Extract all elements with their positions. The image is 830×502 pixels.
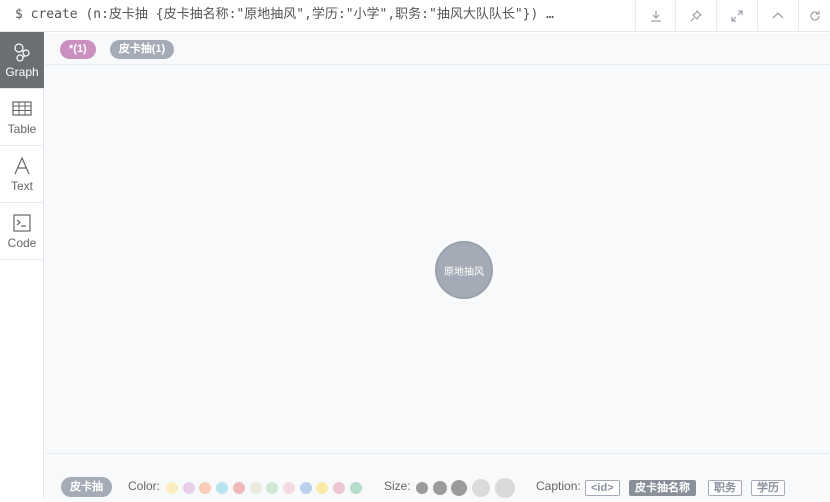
sidebar-item-label: Text — [10, 179, 33, 193]
color-swatch[interactable] — [349, 482, 362, 494]
sidebar-item-graph[interactable]: Graph — [0, 32, 44, 89]
style-bar: 皮卡抽 Color: Size: Caption: <id> 皮卡抽名称 职务 … — [45, 453, 830, 502]
sidebar-item-table[interactable]: Table — [0, 89, 44, 146]
graph-node[interactable]: 原地抽风 — [435, 241, 493, 299]
table-icon — [12, 101, 32, 116]
label-legend: *(1) 皮卡抽(1) — [60, 40, 175, 60]
color-swatch[interactable] — [199, 482, 212, 494]
all-nodes-pill[interactable]: *(1) — [60, 40, 96, 59]
caption-option-education[interactable]: 学历 — [751, 480, 785, 496]
size-option-5[interactable] — [495, 478, 515, 498]
color-swatch[interactable] — [333, 482, 345, 494]
collapse-button[interactable] — [757, 0, 797, 31]
color-swatch[interactable] — [232, 482, 245, 494]
fullscreen-button[interactable] — [716, 0, 756, 31]
sidebar-item-code[interactable]: Code — [0, 203, 44, 260]
pin-button[interactable] — [675, 0, 715, 31]
size-label: Size: — [384, 479, 411, 493]
color-label: Color: — [128, 479, 161, 493]
download-button[interactable] — [635, 0, 675, 31]
sidebar-item-label: Code — [7, 236, 37, 250]
code-icon — [13, 214, 31, 232]
color-swatch[interactable] — [299, 482, 312, 494]
size-option-4[interactable] — [472, 479, 490, 497]
caption-option-name[interactable]: 皮卡抽名称 — [629, 480, 696, 496]
caption-option-position[interactable]: 职务 — [708, 480, 742, 496]
node-label-pill[interactable]: 皮卡抽(1) — [109, 40, 175, 59]
download-icon — [650, 10, 661, 22]
color-swatch[interactable] — [282, 482, 295, 494]
chevron-up-icon — [772, 11, 783, 18]
size-option-3[interactable] — [451, 480, 467, 496]
text-icon — [14, 156, 30, 175]
expand-icon — [730, 9, 743, 22]
selected-label-pill[interactable]: 皮卡抽 — [61, 477, 112, 497]
graph-icon — [14, 43, 30, 62]
color-swatch[interactable] — [249, 482, 262, 494]
color-swatch[interactable] — [316, 482, 329, 494]
query-text[interactable]: $ create (n:皮卡抽 {皮卡抽名称:"原地抽风",学历:"小学",职务… — [15, 0, 630, 32]
caption-option-id[interactable]: <id> — [585, 480, 620, 496]
node-caption: 原地抽风 — [444, 266, 484, 278]
color-swatch[interactable] — [266, 482, 279, 494]
sidebar-item-text[interactable]: Text — [0, 146, 44, 203]
color-swatch[interactable] — [182, 482, 195, 494]
sidebar-item-label: Graph — [5, 65, 39, 79]
size-option-1[interactable] — [416, 482, 428, 494]
sidebar-item-label: Table — [7, 122, 37, 136]
refresh-icon — [809, 10, 820, 21]
graph-canvas[interactable]: *(1) 皮卡抽(1) 原地抽风 皮卡抽 Color: Size: Captio… — [45, 33, 830, 502]
size-option-2[interactable] — [433, 481, 447, 495]
query-bar: $ create (n:皮卡抽 {皮卡抽名称:"原地抽风",学历:"小学",职务… — [0, 0, 830, 32]
legend-divider — [45, 64, 830, 65]
caption-label: Caption: — [536, 479, 581, 493]
color-swatch[interactable] — [216, 482, 229, 494]
pin-icon — [690, 9, 702, 21]
color-swatch[interactable] — [166, 482, 178, 494]
view-sidebar: Graph Table Text Code — [0, 32, 44, 501]
rerun-button[interactable] — [798, 0, 830, 31]
